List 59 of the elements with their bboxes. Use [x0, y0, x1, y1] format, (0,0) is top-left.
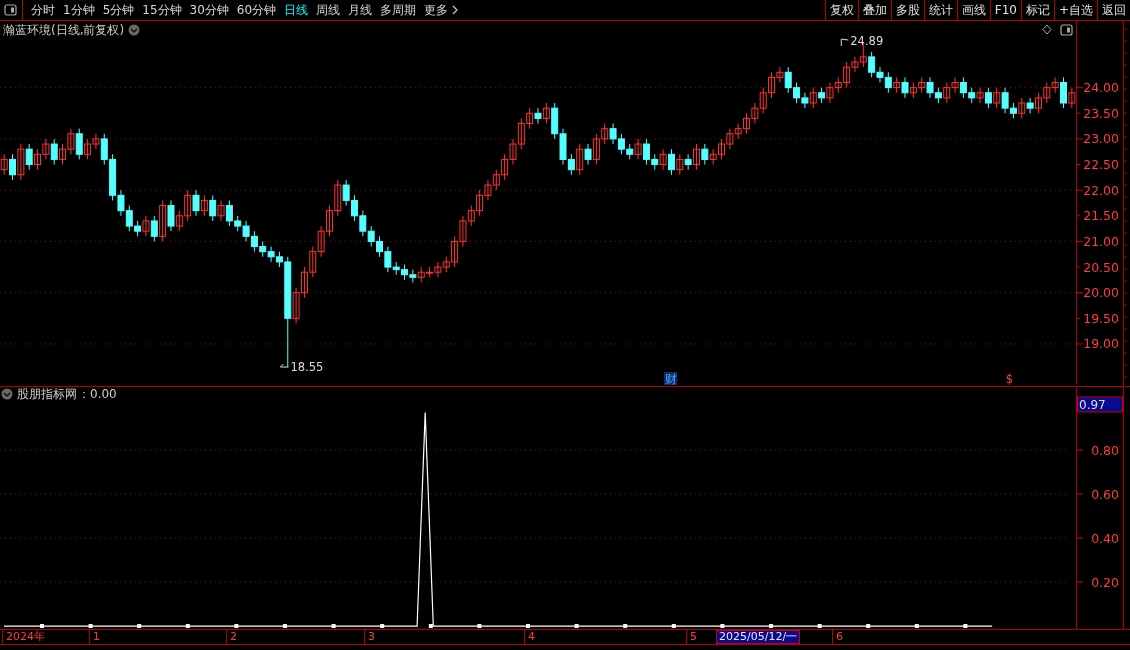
period-tab[interactable]: 15分钟 — [138, 0, 186, 20]
date-label: 5 — [686, 630, 697, 644]
axis-label: 0.80 — [1091, 442, 1119, 458]
period-tab[interactable]: 月线 — [344, 0, 377, 20]
more-menu[interactable]: 更多 — [420, 0, 463, 20]
axis-label: 21.50 — [1083, 208, 1119, 224]
value-tag: 0.97 — [1077, 396, 1123, 413]
date-label: 2024年 — [2, 630, 45, 644]
axis-label: 19.50 — [1083, 310, 1119, 326]
date-label: 4 — [524, 630, 535, 644]
indicator-title: 股朋指标网 — [17, 387, 77, 401]
toolbar-button[interactable]: 返回 — [1097, 0, 1130, 20]
axis-label: 24.00 — [1083, 80, 1119, 96]
toolbar-button[interactable]: 叠加 — [857, 0, 891, 20]
axis-label: 23.00 — [1083, 131, 1119, 147]
indicator-value: ：0.00 — [78, 387, 117, 401]
toolbar-button[interactable]: 标记 — [1020, 0, 1054, 20]
chart-title: 瀚蓝环境(日线,前复权) — [3, 23, 125, 37]
period-tab[interactable]: 5分钟 — [98, 0, 139, 20]
diamond-icon[interactable] — [1042, 24, 1052, 35]
panel-toggle-icon[interactable] — [4, 4, 17, 16]
period-tab[interactable]: 多周期 — [376, 0, 421, 20]
leader-line — [840, 38, 849, 47]
date-label: 2 — [226, 630, 237, 644]
toolbar-button[interactable]: +自选 — [1053, 0, 1097, 20]
period-tab[interactable]: 30分钟 — [185, 0, 233, 20]
axis-label: 0.40 — [1091, 530, 1119, 546]
event-marker[interactable]: $ — [1005, 372, 1014, 386]
date-label: 3 — [364, 630, 375, 644]
axis-label: 22.00 — [1083, 182, 1119, 198]
toolbar-button[interactable]: 画线 — [956, 0, 990, 20]
axis-label: 22.50 — [1083, 157, 1119, 173]
panel-toggle-icon[interactable] — [1060, 24, 1073, 36]
period-tab[interactable]: 分时 — [27, 0, 59, 20]
chevron-right-icon[interactable] — [452, 5, 459, 15]
date-label: 1 — [89, 630, 100, 644]
toolbar-button[interactable]: 多股 — [890, 0, 924, 20]
axis-label: 19.00 — [1083, 336, 1119, 352]
high-price-label: 24.89 — [850, 34, 884, 48]
toolbar-button[interactable]: 统计 — [923, 0, 957, 20]
period-tab[interactable]: 日线 — [280, 0, 313, 20]
axis-label: 20.00 — [1083, 285, 1119, 301]
axis-label: 23.50 — [1083, 105, 1119, 121]
cursor-date: 2025/05/12/一 — [716, 630, 801, 644]
toolbar-button[interactable]: 复权 — [824, 0, 858, 20]
chevron-icon[interactable] — [128, 24, 140, 36]
date-label: 6 — [832, 630, 843, 644]
toolbar-button[interactable]: F10 — [989, 0, 1021, 20]
axis-label: 21.00 — [1083, 233, 1119, 249]
chevron-icon[interactable] — [1, 388, 13, 400]
period-tab[interactable]: 1分钟 — [59, 0, 99, 20]
period-tab[interactable]: 周线 — [312, 0, 345, 20]
axis-label: 20.50 — [1083, 259, 1119, 275]
period-tab[interactable]: 60分钟 — [232, 0, 281, 20]
leader-line — [279, 363, 289, 368]
axis-label: 0.60 — [1091, 486, 1119, 502]
axis-label: 0.20 — [1091, 574, 1119, 590]
low-price-label: 18.55 — [290, 360, 324, 375]
event-marker[interactable]: 财 — [664, 372, 677, 386]
